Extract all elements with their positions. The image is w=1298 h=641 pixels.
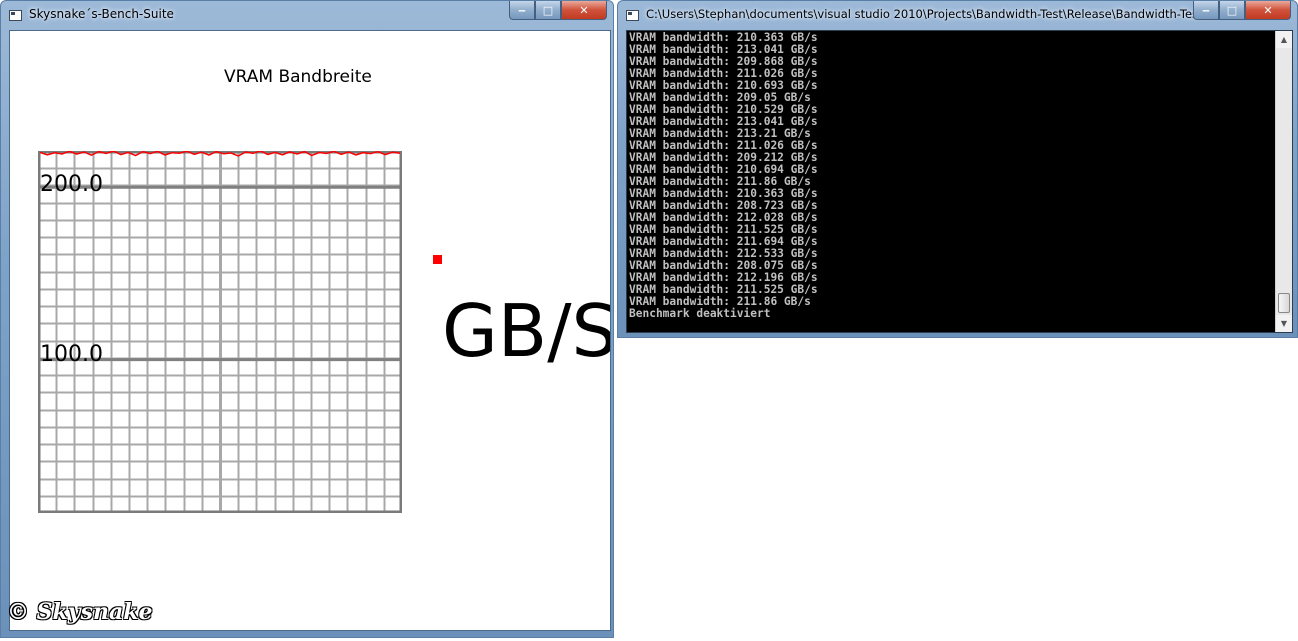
bandwidth-chart: 200.0 100.0 [38, 151, 402, 513]
scroll-down-button[interactable]: ▼ [1276, 315, 1292, 332]
series-marker [433, 255, 442, 264]
console-window: C:\Users\Stephan\documents\visual studio… [617, 0, 1298, 338]
console-window-title: C:\Users\Stephan\documents\visual studio… [646, 7, 1214, 21]
unit-label: GB/S [442, 289, 611, 373]
bench-client-area: VRAM Bandbreite 200.0 100.0 GB/S [9, 30, 611, 631]
bench-title-bar[interactable]: Skysnake´s-Bench-Suite ‒ □ ✕ [1, 1, 613, 29]
minimize-icon: ‒ [518, 3, 526, 17]
scroll-up-button[interactable]: ▲ [1276, 31, 1292, 48]
console-title-bar[interactable]: C:\Users\Stephan\documents\visual studio… [618, 1, 1297, 29]
maximize-icon: □ [542, 3, 554, 17]
chart-svg [38, 151, 402, 513]
close-button[interactable]: ✕ [561, 1, 607, 20]
console-line: Benchmark deaktiviert [629, 307, 771, 320]
bench-suite-window: Skysnake´s-Bench-Suite ‒ □ ✕ VRAM Bandbr… [0, 0, 614, 638]
bench-window-controls: ‒ □ ✕ [509, 1, 607, 20]
console-icon[interactable] [626, 10, 639, 21]
watermark: © Skysnake [7, 599, 153, 625]
console-output: VRAM bandwidth: 210.363 GB/s VRAM bandwid… [629, 32, 1269, 320]
minimize-button[interactable]: ‒ [509, 1, 535, 20]
console-maximize-button[interactable]: □ [1219, 1, 1245, 20]
close-icon: ✕ [579, 3, 589, 17]
console-window-controls: ‒ □ ✕ [1193, 1, 1291, 20]
console-minimize-button[interactable]: ‒ [1193, 1, 1219, 20]
bench-window-title: Skysnake´s-Bench-Suite [29, 7, 174, 21]
tick-label-200: 200.0 [40, 172, 103, 197]
chevron-up-icon: ▲ [1280, 35, 1288, 44]
chart-title: VRAM Bandbreite [224, 67, 372, 87]
app-window-icon[interactable] [9, 10, 22, 21]
scroll-thumb[interactable] [1278, 293, 1290, 313]
maximize-icon: □ [1226, 3, 1238, 17]
tick-label-100: 100.0 [40, 342, 103, 367]
console-close-button[interactable]: ✕ [1245, 1, 1291, 20]
vertical-scrollbar[interactable]: ▲ ▼ [1275, 31, 1292, 332]
console-client-area[interactable]: VRAM bandwidth: 210.363 GB/s VRAM bandwid… [626, 30, 1293, 333]
minimize-icon: ‒ [1202, 3, 1210, 17]
maximize-button[interactable]: □ [535, 1, 561, 20]
chevron-down-icon: ▼ [1280, 319, 1288, 328]
close-icon: ✕ [1263, 3, 1273, 17]
